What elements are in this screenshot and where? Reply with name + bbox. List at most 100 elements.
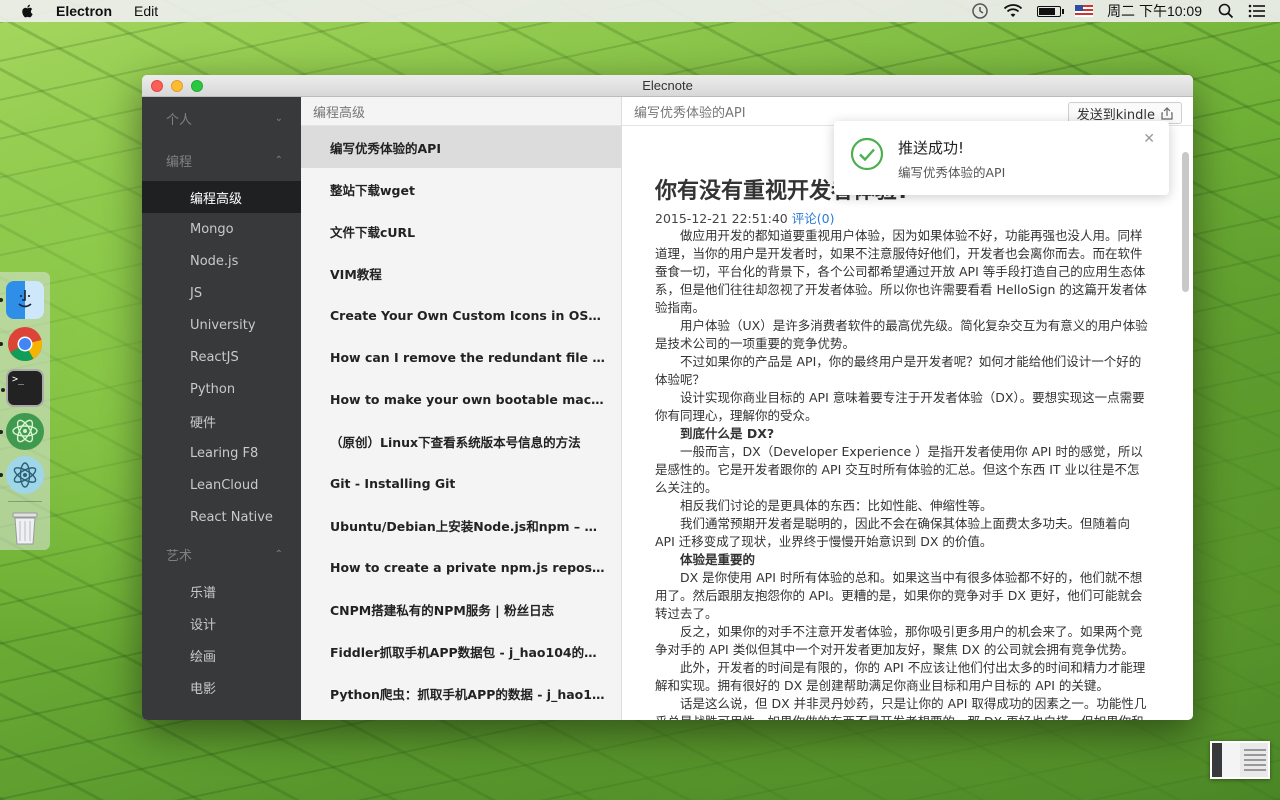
zoom-window-button[interactable] (191, 80, 203, 92)
sidebar-group-label: 个人 (166, 112, 193, 128)
sidebar-item-advanced-programming[interactable]: 编程高级 (142, 181, 301, 213)
screenshot-thumbnail[interactable] (1210, 741, 1270, 779)
time-machine-icon[interactable] (971, 2, 989, 20)
running-indicator (0, 341, 3, 346)
sidebar-item-movies[interactable]: 电影 (142, 671, 301, 703)
article-paragraph: 我们通常预期开发者是聪明的，因此不会在确保其体验上面费太多功夫。但随着向 API… (655, 516, 1131, 549)
article-subheading: 体验是重要的 (680, 552, 756, 567)
list-item-title: Python爬虫：抓取手机APP的数据 - j_hao104... (330, 686, 605, 702)
thumbnail-text-lines (1244, 749, 1266, 751)
article-paragraph: 一般而言，DX（Developer Experience ）是指开发者使用你 A… (655, 444, 1143, 495)
close-icon[interactable]: ✕ (1143, 131, 1155, 147)
notification-center-icon[interactable] (1248, 4, 1266, 18)
running-indicator (0, 429, 3, 434)
list-item[interactable]: CNPM搭建私有的NPM服务 | 粉丝日志 (301, 588, 621, 630)
list-item[interactable]: Python爬虫：抓取手机APP的数据 - j_hao104... (301, 672, 621, 714)
sidebar-item-learning-f8[interactable]: Learing F8 (142, 437, 301, 469)
list-item-title: VIM教程 (330, 266, 382, 282)
window-titlebar[interactable]: Elecnote (142, 75, 1193, 97)
list-item[interactable]: 编写优秀体验的API (301, 126, 621, 168)
list-item-title: CNPM搭建私有的NPM服务 | 粉丝日志 (330, 602, 555, 618)
sidebar-item-nodejs[interactable]: Node.js (142, 245, 301, 277)
trash-can-icon (12, 512, 38, 545)
list-item-title: Ubuntu/Debian上安装Node.js和npm – 过往记忆 (330, 518, 605, 534)
share-icon (1161, 106, 1173, 120)
list-item[interactable]: Ubuntu/Debian上安装Node.js和npm – 过往记忆 (301, 504, 621, 546)
sidebar-item-react-native[interactable]: React Native (142, 501, 301, 533)
notebook-sidebar: 个人 ⌄ 编程 ⌃ 编程高级 Mongo Node.js JS Universi… (142, 97, 301, 720)
menu-edit[interactable]: Edit (134, 3, 158, 19)
article-paragraph: 设计实现你商业目标的 API 意味着要专注于开发者体验（DX）。要想实现这一点需… (655, 390, 1145, 423)
article-comments-link[interactable]: 评论(0) (792, 211, 835, 226)
sidebar-group-art[interactable]: 艺术 ⌃ (142, 533, 301, 575)
dock-chrome-icon[interactable] (0, 325, 44, 363)
sidebar-item-python[interactable]: Python (142, 373, 301, 405)
menu-app-name[interactable]: Electron (56, 3, 112, 19)
window-title: Elecnote (642, 78, 693, 93)
list-item[interactable]: How to create a private npm.js repositor… (301, 546, 621, 588)
list-item[interactable]: 整站下载wget (301, 168, 621, 210)
list-item-title: How to create a private npm.js repositor… (330, 559, 605, 575)
terminal-prompt-icon: >_ (12, 373, 25, 385)
article: 你有没有重视开发者体验? 2015-12-21 22:51:40 评论(0) 做… (655, 177, 1148, 720)
list-item[interactable]: How can I remove the redundant file name… (301, 336, 621, 378)
list-item-title: Create Your Own Custom Icons in OS X 10.… (330, 307, 605, 323)
note-list-header: 编程高级 (301, 97, 621, 126)
running-indicator (0, 473, 3, 478)
sidebar-group-label: 艺术 (166, 548, 193, 564)
spotlight-search-icon[interactable] (1218, 3, 1234, 19)
chevron-up-icon: ⌃ (274, 548, 283, 560)
list-item[interactable]: 文件下载cURL (301, 210, 621, 252)
article-date: 2015-12-21 22:51:40 (655, 211, 788, 226)
sidebar-item-design[interactable]: 设计 (142, 607, 301, 639)
sidebar-group-personal[interactable]: 个人 ⌄ (142, 97, 301, 139)
send-to-kindle-label: 发送到kindle (1076, 107, 1155, 123)
wifi-icon[interactable] (1003, 3, 1023, 19)
list-item[interactable]: Fiddler抓取手机APP数据包 - j_hao104的个人... (301, 630, 621, 672)
atom-logo-icon (12, 420, 38, 443)
sidebar-item-reactjs[interactable]: ReactJS (142, 341, 301, 373)
battery-level (1039, 7, 1056, 15)
sidebar-item-sheet-music[interactable]: 乐谱 (142, 575, 301, 607)
list-item-title: （原创）Linux下查看系统版本号信息的方法 (330, 434, 581, 450)
battery-icon[interactable] (1037, 5, 1065, 17)
dock-atom-icon[interactable] (0, 412, 44, 451)
sidebar-item-hardware[interactable]: 硬件 (142, 405, 301, 437)
list-item[interactable]: Git - Installing Git (301, 462, 621, 504)
sidebar-item-painting[interactable]: 绘画 (142, 639, 301, 671)
list-item[interactable]: How to make your own bootable macOS 10..… (301, 378, 621, 420)
chrome-logo-icon (8, 326, 42, 361)
sidebar-item-leancloud[interactable]: LeanCloud (142, 469, 301, 501)
list-item[interactable]: Create Your Own Custom Icons in OS X 10.… (301, 294, 621, 336)
dock-separator (8, 501, 42, 503)
sidebar-group-label: 编程 (166, 154, 193, 170)
sidebar-item-university[interactable]: University (142, 309, 301, 341)
menubar-clock[interactable]: 周二 下午10:09 (1107, 1, 1202, 21)
chevron-down-icon: ⌄ (274, 112, 283, 124)
close-window-button[interactable] (151, 80, 163, 92)
dock: >_ (0, 272, 50, 550)
input-source-flag-icon[interactable] (1075, 5, 1094, 17)
dock-electron-icon[interactable] (0, 456, 44, 495)
minimize-window-button[interactable] (171, 80, 183, 92)
list-item-title: Fiddler抓取手机APP数据包 - j_hao104的个人... (330, 644, 605, 660)
list-item-title: 整站下载wget (330, 182, 415, 198)
toast-title: 推送成功! (898, 139, 965, 157)
note-list: 编程高级 编写优秀体验的API 整站下载wget 文件下载cURL VIM教程 … (301, 97, 622, 720)
list-item-title: How can I remove the redundant file name… (330, 349, 605, 365)
chevron-up-icon: ⌃ (274, 154, 283, 166)
dock-trash-icon[interactable] (6, 509, 44, 547)
sidebar-item-js[interactable]: JS (142, 277, 301, 309)
content-scrollbar[interactable] (1182, 152, 1189, 292)
traffic-lights (151, 80, 211, 92)
dock-finder-icon[interactable] (0, 281, 44, 319)
list-item-title: 文件下载cURL (330, 224, 416, 240)
sidebar-item-mongo[interactable]: Mongo (142, 213, 301, 245)
list-item[interactable]: （原创）Linux下查看系统版本号信息的方法 (301, 420, 621, 462)
article-subheading: 到底什么是 DX? (680, 426, 775, 441)
list-item[interactable]: VIM教程 (301, 252, 621, 294)
dock-terminal-icon[interactable]: >_ (1, 368, 44, 407)
thumbnail-sidebar (1212, 743, 1222, 777)
sidebar-group-programming[interactable]: 编程 ⌃ (142, 139, 301, 181)
apple-logo-icon[interactable] (18, 3, 38, 19)
